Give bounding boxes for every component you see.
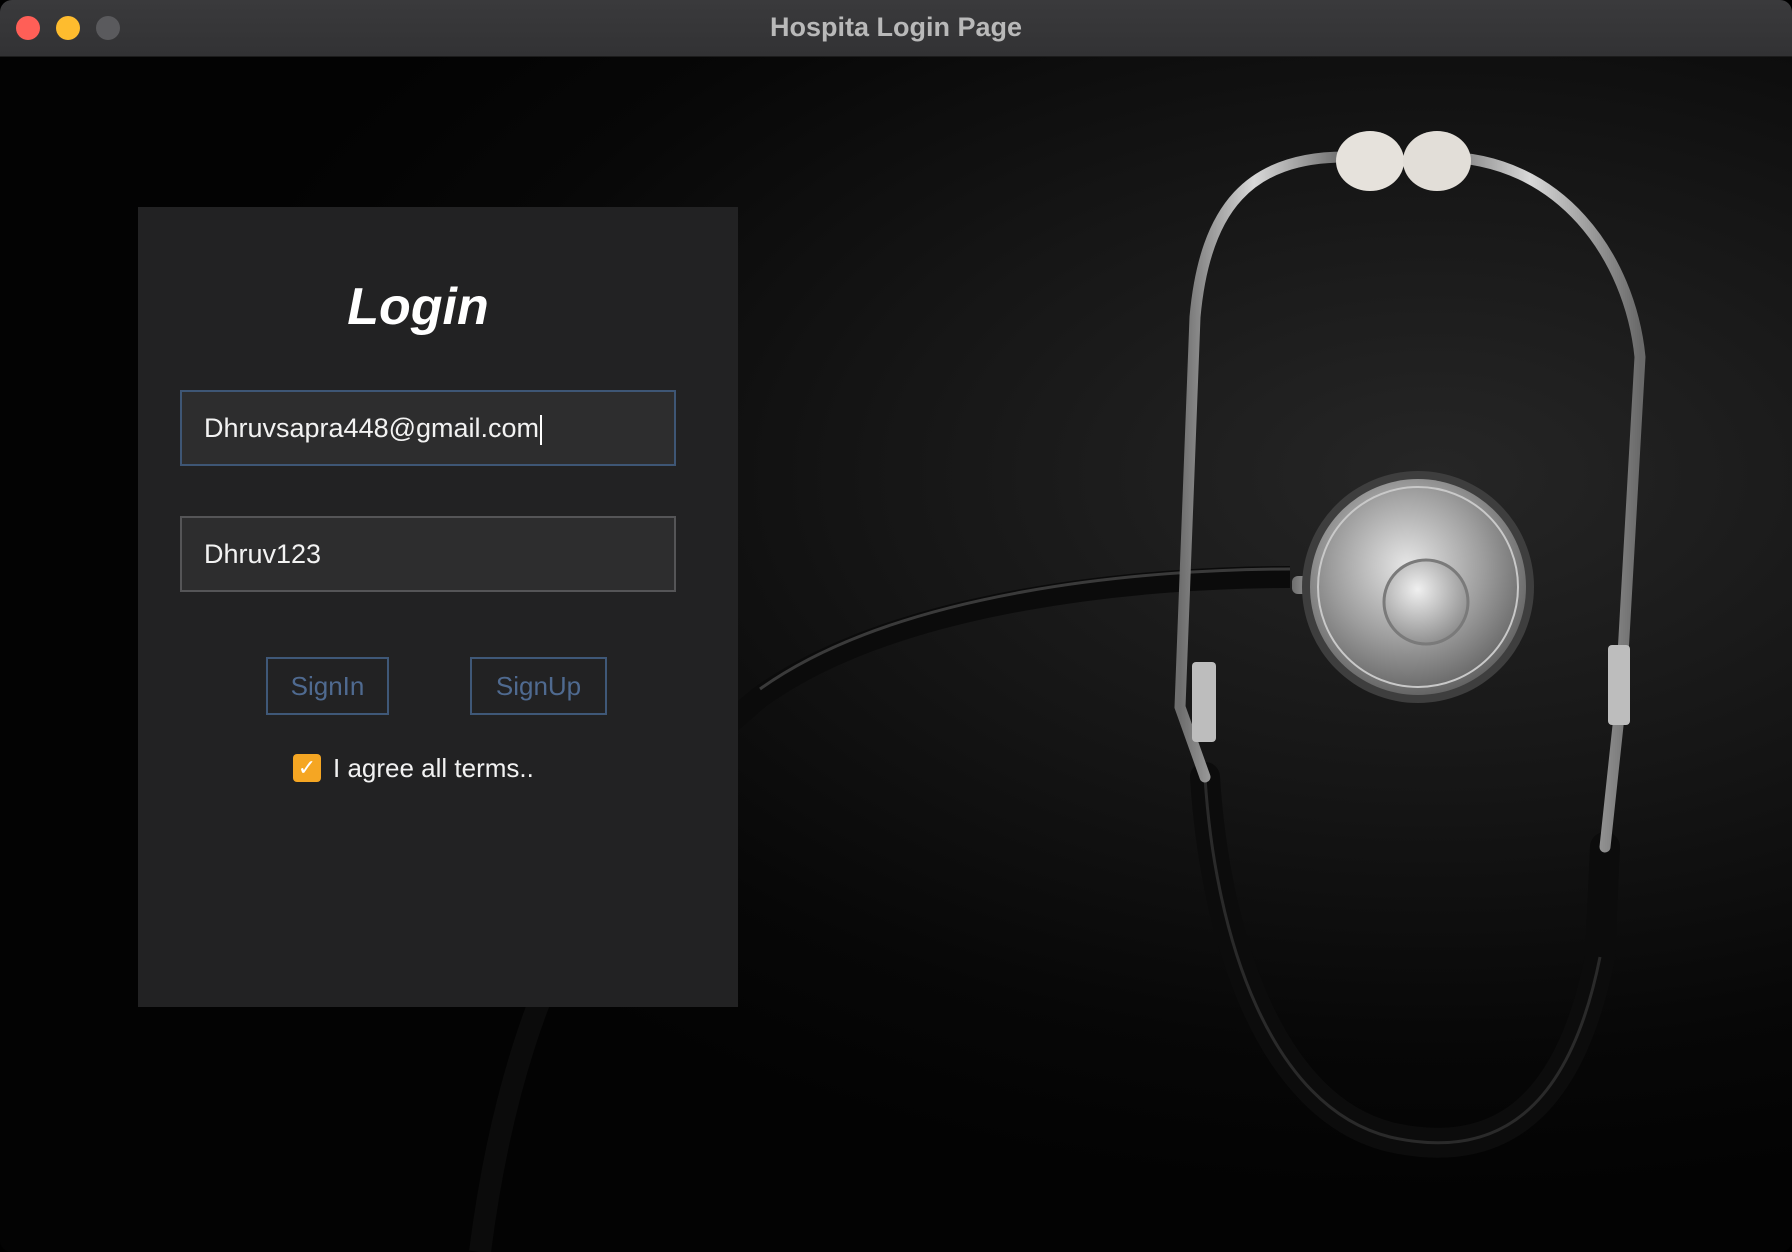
checkmark-icon: ✓ xyxy=(297,755,317,780)
title-bar: Hospita Login Page xyxy=(0,0,1792,57)
password-field-value: Dhruv123 xyxy=(204,539,322,569)
signin-button[interactable]: SignIn xyxy=(266,657,389,715)
agree-terms-checkbox[interactable]: ✓ xyxy=(293,754,321,782)
window-title: Hospita Login Page xyxy=(769,12,1023,42)
signup-button[interactable]: SignUp xyxy=(470,657,607,715)
login-panel: Login Dhruvsapra448@gmail.com Dhruv123 S… xyxy=(138,207,738,1007)
text-cursor xyxy=(540,414,543,445)
email-field[interactable]: Dhruvsapra448@gmail.com xyxy=(180,390,676,466)
app-window: Hospita Login Page Login Dhruvsapra448@g… xyxy=(0,0,1792,1252)
agree-terms-label[interactable]: I agree all terms.. xyxy=(333,752,534,784)
email-field-value: Dhruvsapra448@gmail.com xyxy=(204,413,540,443)
login-heading: Login xyxy=(347,278,489,336)
password-field[interactable]: Dhruv123 xyxy=(180,516,676,592)
content-area: Login Dhruvsapra448@gmail.com Dhruv123 S… xyxy=(0,57,1792,1252)
